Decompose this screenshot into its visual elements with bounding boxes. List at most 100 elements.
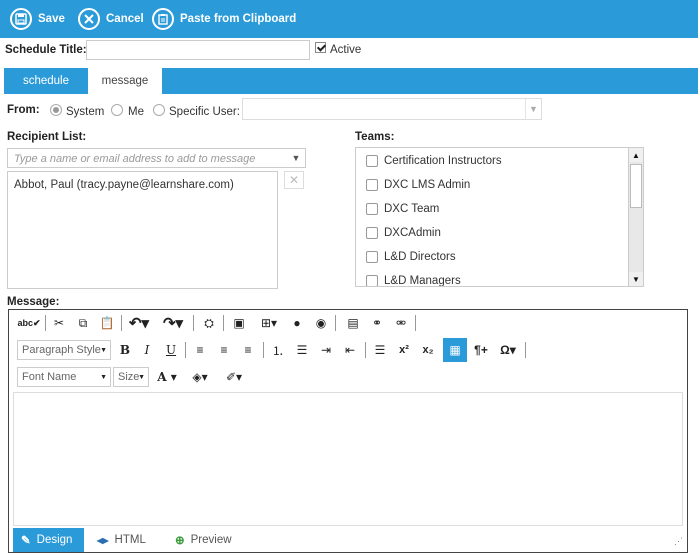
from-me-label: Me [128, 106, 144, 118]
design-mode-label: Design [36, 534, 73, 546]
team-checkbox[interactable] [366, 227, 378, 239]
align-left-icon[interactable]: ≡ [191, 340, 209, 360]
bullet-list-icon[interactable]: ☰ [293, 340, 311, 360]
highlight-color-icon[interactable]: ◈▾ [185, 367, 215, 387]
font-size-value: Size [118, 371, 140, 383]
redo-icon[interactable]: ↷▾ [159, 313, 187, 333]
preview-mode-tab[interactable]: ⊕ Preview [175, 528, 232, 552]
scroll-down-icon[interactable]: ▼ [629, 272, 643, 286]
chevron-down-icon[interactable]: ▼ [287, 149, 305, 167]
from-specific-user-radio[interactable] [153, 104, 165, 116]
schedule-title-input[interactable] [86, 40, 310, 60]
from-specific-user-label: Specific User: [169, 106, 240, 118]
save-button[interactable]: Save [10, 7, 65, 31]
team-item-dxcadmin[interactable]: DXCAdmin [366, 227, 441, 239]
list-item[interactable]: Abbot, Paul (tracy.payne@learnshare.com) [14, 179, 234, 191]
floppy-disk-icon [10, 8, 32, 30]
toolbar-separator [335, 315, 336, 331]
from-system-radio[interactable] [50, 104, 62, 116]
link-icon[interactable]: ⚭ [367, 313, 387, 333]
tab-message[interactable]: message [88, 68, 162, 94]
flash-icon[interactable]: ● [287, 313, 307, 333]
team-item-certification-instructors[interactable]: Certification Instructors [366, 155, 502, 167]
paste-icon[interactable]: 📋 [97, 313, 117, 333]
format-stripper-icon[interactable]: ✐▾ [219, 367, 249, 387]
tab-bar: schedule message [4, 68, 698, 94]
media-icon[interactable]: ◉ [311, 313, 331, 333]
numbered-list-icon[interactable]: ⒈ [269, 340, 287, 360]
paste-from-clipboard-button[interactable]: Paste from Clipboard [152, 7, 296, 31]
outdent-icon[interactable]: ⇤ [341, 340, 359, 360]
resize-grip-icon[interactable]: ⋰ [674, 536, 683, 547]
teams-listbox[interactable]: Certification Instructors DXC LMS Admin … [355, 147, 644, 287]
horizontal-rule-icon[interactable]: ☰ [371, 340, 389, 360]
spellcheck-icon[interactable]: abc✔ [17, 313, 40, 333]
team-item-dxc-lms-admin[interactable]: DXC LMS Admin [366, 179, 470, 191]
team-label: L&D Directors [384, 251, 456, 263]
align-center-icon[interactable]: ≡ [215, 340, 233, 360]
font-size-dropdown[interactable]: Size ▼ [113, 367, 149, 387]
team-checkbox[interactable] [366, 251, 378, 263]
cut-icon[interactable]: ✂ [49, 313, 69, 333]
table-icon[interactable]: ⊞▾ [255, 313, 283, 333]
recipient-search-input[interactable]: Type a name or email address to add to m… [7, 148, 306, 168]
active-label: Active [330, 44, 362, 56]
team-item-ld-managers[interactable]: L&D Managers [366, 275, 461, 286]
align-right-icon[interactable]: ≡ [239, 340, 257, 360]
active-checkbox[interactable] [315, 42, 326, 53]
undo-icon[interactable]: ↶▾ [125, 313, 153, 333]
paste-label: Paste from Clipboard [180, 13, 297, 25]
from-me-radio[interactable] [111, 104, 123, 116]
font-color-icon[interactable]: A ▾ [153, 367, 181, 387]
top-toolbar: Save Cancel Paste from Clipboard [0, 0, 698, 38]
toolbar-separator [525, 342, 526, 358]
indent-icon[interactable]: ⇥ [317, 340, 335, 360]
paragraph-style-value: Paragraph Style [22, 344, 101, 356]
chevron-down-icon[interactable]: ▼ [525, 99, 541, 119]
recipient-listbox[interactable]: Abbot, Paul (tracy.payne@learnshare.com) [7, 171, 278, 289]
editor-mode-bar: ✎ Design ◂▸ HTML ⊕ Preview ⋰ [9, 528, 687, 552]
html-mode-label: HTML [114, 534, 146, 546]
teams-scrollbar[interactable]: ▲ ▼ [628, 148, 643, 286]
document-manager-icon[interactable]: ▤ [343, 313, 363, 333]
team-item-dxc-team[interactable]: DXC Team [366, 203, 439, 215]
italic-icon[interactable]: I [139, 340, 155, 360]
team-checkbox[interactable] [366, 203, 378, 215]
recipient-search-placeholder: Type a name or email address to add to m… [14, 153, 256, 165]
font-name-value: Font Name [22, 371, 77, 383]
paragraph-style-dropdown[interactable]: Paragraph Style ▼ [17, 340, 111, 360]
image-icon[interactable]: ▣ [229, 313, 249, 333]
team-item-ld-directors[interactable]: L&D Directors [366, 251, 456, 263]
copy-icon[interactable]: ⧉ [73, 313, 93, 333]
toolbar-separator [365, 342, 366, 358]
toolbar-separator [193, 315, 194, 331]
format-painter-toggle-icon[interactable]: ▦ [443, 338, 467, 362]
superscript-icon[interactable]: x² [395, 340, 413, 360]
message-label: Message: [7, 296, 60, 308]
design-mode-tab[interactable]: ✎ Design [13, 528, 85, 552]
message-body[interactable] [13, 392, 683, 526]
bold-icon[interactable]: B [117, 340, 133, 360]
team-checkbox[interactable] [366, 155, 378, 167]
team-label: Certification Instructors [384, 155, 502, 167]
paragraph-mark-icon[interactable]: ¶+ [471, 340, 491, 360]
special-characters-icon[interactable]: Ω▾ [495, 340, 521, 360]
subscript-icon[interactable]: x₂ [419, 340, 437, 360]
html-mode-tab[interactable]: ◂▸ HTML [97, 528, 146, 552]
tab-schedule[interactable]: schedule [4, 68, 88, 94]
scroll-up-icon[interactable]: ▲ [629, 148, 643, 162]
close-icon[interactable]: ✕ [284, 171, 304, 189]
unlink-icon[interactable]: ⚮ [391, 313, 411, 333]
toolbar-separator [185, 342, 186, 358]
schedule-title-label: Schedule Title: [5, 44, 87, 56]
toolbar-separator [121, 315, 122, 331]
font-name-dropdown[interactable]: Font Name ▼ [17, 367, 111, 387]
team-checkbox[interactable] [366, 275, 378, 286]
specific-user-select[interactable]: ▼ [242, 98, 542, 120]
scroll-thumb[interactable] [630, 164, 642, 208]
find-icon[interactable]: ⛭ [199, 313, 219, 333]
team-checkbox[interactable] [366, 179, 378, 191]
underline-icon[interactable]: U [163, 340, 179, 360]
cancel-button[interactable]: Cancel [78, 7, 144, 31]
preview-mode-label: Preview [190, 534, 232, 546]
